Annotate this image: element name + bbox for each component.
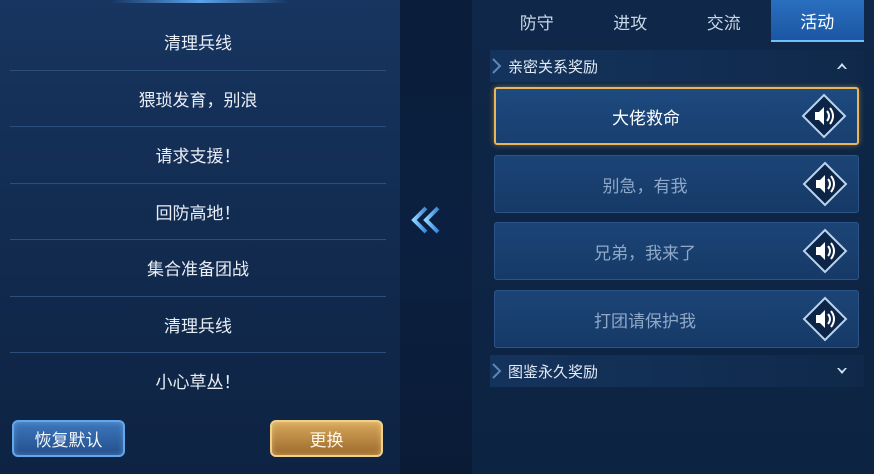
category-tabs: 防守 进攻 交流 活动 [490, 0, 864, 42]
speaker-icon[interactable] [802, 296, 848, 342]
voice-label: 别急，有我 [602, 176, 688, 197]
message-slot-4[interactable]: 回防高地！ [10, 184, 386, 240]
tab-communicate[interactable]: 交流 [677, 0, 771, 42]
speaker-icon[interactable] [801, 93, 847, 139]
section-title: 亲密关系奖励 [508, 57, 599, 76]
tab-defense[interactable]: 防守 [490, 0, 584, 42]
voice-label: 打团请保护我 [594, 311, 696, 332]
divider-strip [400, 0, 472, 474]
swap-button[interactable]: 更换 [270, 420, 383, 457]
voice-item-3[interactable]: 兄弟，我来了 [494, 222, 859, 280]
message-slot-5[interactable]: 集合准备团战 [10, 240, 386, 297]
message-slot-2[interactable]: 猥琐发育，别浪 [10, 71, 386, 127]
speaker-icon[interactable] [802, 228, 848, 274]
message-slot-1[interactable]: 清理兵线 [10, 14, 386, 71]
message-slot-3[interactable]: 请求支援！ [10, 127, 386, 184]
section-codex-rewards[interactable]: 图鉴永久奖励 [490, 355, 864, 387]
voice-label: 兄弟，我来了 [594, 243, 696, 264]
message-slot-6[interactable]: 清理兵线 [10, 297, 386, 353]
section-title: 图鉴永久奖励 [508, 362, 599, 381]
chevron-down-icon[interactable] [834, 363, 850, 379]
section-intimacy-rewards[interactable]: 亲密关系奖励 [490, 50, 864, 82]
voice-item-2[interactable]: 别急，有我 [494, 155, 859, 213]
double-chevron-left-icon[interactable] [410, 204, 450, 236]
voice-label: 大佬救命 [612, 108, 680, 129]
section-marker-icon [492, 363, 502, 379]
message-list: 清理兵线 猥琐发育，别浪 请求支援！ 回防高地！ 集合准备团战 清理兵线 小心草… [10, 14, 386, 409]
tab-activity[interactable]: 活动 [770, 0, 864, 42]
section-marker-icon [492, 58, 502, 74]
voice-item-4[interactable]: 打团请保护我 [494, 290, 859, 348]
voice-item-1[interactable]: 大佬救命 [494, 87, 859, 145]
restore-default-button[interactable]: 恢复默认 [12, 420, 125, 457]
top-glow-line [110, 0, 290, 3]
chevron-up-icon[interactable] [834, 58, 850, 74]
message-slot-7[interactable]: 小心草丛！ [10, 353, 386, 409]
tab-attack[interactable]: 进攻 [584, 0, 678, 42]
speaker-icon[interactable] [802, 161, 848, 207]
